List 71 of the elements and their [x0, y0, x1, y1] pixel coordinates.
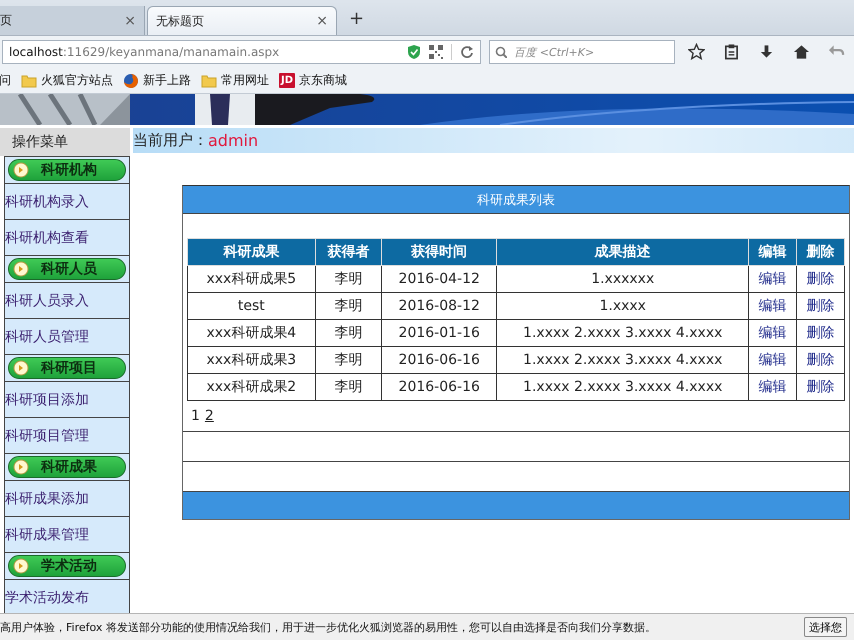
column-header: 获得者 — [315, 238, 382, 266]
home-icon[interactable] — [793, 43, 810, 61]
bookmark-item[interactable]: 常用网址 — [198, 72, 272, 89]
column-header: 成果描述 — [496, 238, 749, 266]
bookmark-item[interactable]: JD 京东商城 — [276, 72, 350, 89]
table-cell: 1.xxxx 2.xxxx 3.xxxx 4.xxxx — [496, 320, 749, 346]
qr-code-icon[interactable] — [429, 45, 444, 59]
search-field[interactable]: 百度 <Ctrl+K> — [489, 40, 676, 64]
menu-group-header[interactable]: 科研成果 — [8, 456, 126, 478]
table-cell: xxx科研成果2 — [188, 374, 316, 400]
bookmark-item[interactable]: 新手上路 — [120, 72, 194, 89]
table-cell: 2016-08-12 — [382, 292, 497, 320]
table-cell: xxx科研成果3 — [188, 346, 316, 374]
close-icon[interactable]: × — [124, 12, 136, 28]
bookmark-item[interactable]: 火狐官方站点 — [18, 72, 116, 89]
bullet-icon — [13, 360, 29, 376]
table-cell: 李明 — [315, 320, 382, 346]
folder-icon — [201, 72, 217, 88]
choose-button[interactable]: 选择您 — [804, 617, 847, 637]
new-tab-button[interactable]: + — [349, 8, 364, 29]
table-cell: test — [188, 292, 316, 320]
current-page[interactable]: 1 — [191, 408, 200, 424]
shield-icon — [407, 44, 422, 60]
address-field[interactable]: localhost:11629/keyanmana/manamain.aspx — [2, 40, 482, 64]
table-cell: 1.xxxx 2.xxxx 3.xxxx 4.xxxx — [496, 374, 749, 400]
bullet-icon — [13, 558, 29, 574]
table-cell: 2016-06-16 — [382, 346, 497, 374]
table-cell: 李明 — [315, 292, 382, 320]
table-cell: 李明 — [315, 346, 382, 374]
menu-group-header[interactable]: 科研机构 — [8, 159, 126, 181]
close-icon[interactable]: × — [316, 13, 328, 29]
notification-text: 高用户体验，Firefox 将发送部分功能的使用情况给我们，用于进一步优化火狐浏览器的易用性，您可以自由选择是否向我们分享数据。 — [0, 620, 656, 635]
clipboard-icon[interactable] — [723, 43, 740, 61]
menu-item[interactable]: 科研成果添加 — [5, 481, 129, 517]
browser-tab[interactable]: 页 × — [0, 6, 145, 35]
bullet-icon — [13, 459, 29, 475]
reload-icon[interactable] — [460, 45, 474, 59]
menu-group-header[interactable]: 科研人员 — [8, 258, 126, 280]
star-icon[interactable] — [688, 43, 706, 61]
table-cell: 李明 — [315, 266, 382, 292]
bullet-icon — [13, 162, 29, 178]
browser-tab[interactable]: 无标题页 × — [147, 6, 337, 35]
column-header: 获得时间 — [382, 238, 497, 266]
table-cell: 1.xxxxxx — [496, 266, 749, 292]
menu-item[interactable]: 科研项目添加 — [5, 382, 129, 418]
menu-item[interactable]: 科研机构录入 — [5, 184, 129, 220]
table-cell: 2016-04-12 — [382, 266, 497, 292]
table-cell: xxx科研成果4 — [188, 320, 316, 346]
user-label: 当前用户： — [133, 131, 208, 150]
folder-icon — [21, 72, 37, 88]
search-icon — [495, 46, 508, 58]
bullet-icon — [13, 261, 29, 277]
panel-title: 科研成果列表 — [183, 186, 849, 213]
menu-group-header[interactable]: 学术活动 — [8, 555, 126, 577]
column-header: 科研成果 — [188, 238, 316, 266]
table-cell: 2016-06-16 — [382, 374, 497, 400]
table-cell: xxx科研成果5 — [188, 266, 316, 292]
shop-logo: JD — [279, 73, 296, 88]
column-header: 删除 — [796, 238, 844, 266]
globe-icon — [123, 72, 139, 88]
table-cell: 李明 — [315, 374, 382, 400]
table-cell: 1.xxxx 2.xxxx 3.xxxx 4.xxxx — [496, 346, 749, 374]
table-cell: 1.xxxx — [496, 292, 749, 320]
bookmark-item[interactable]: 问 — [0, 72, 14, 89]
page-link[interactable]: 2 — [204, 408, 214, 424]
menu-item[interactable]: 科研人员录入 — [5, 283, 129, 319]
menu-title: 操作菜单 — [0, 128, 130, 156]
menu-group-header[interactable]: 科研项目 — [8, 357, 126, 379]
column-header: 编辑 — [748, 238, 796, 266]
user-name: admin — [208, 131, 258, 150]
table-cell: 2016-01-16 — [382, 320, 497, 346]
